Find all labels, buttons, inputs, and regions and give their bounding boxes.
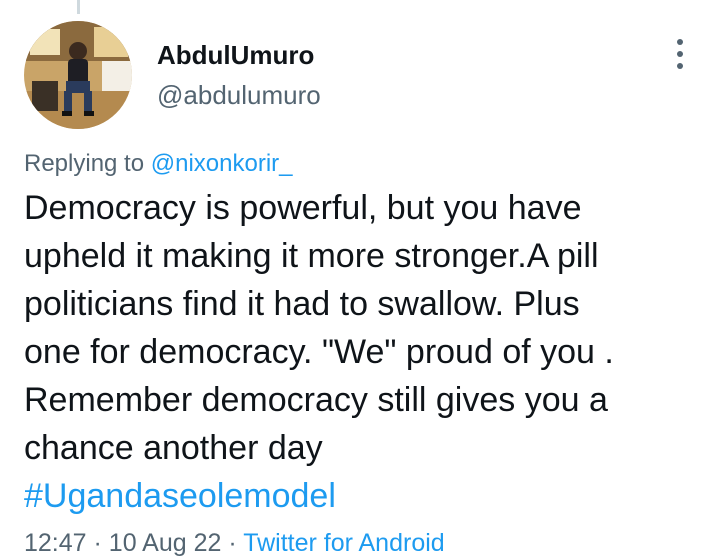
tweet-text: Democracy is powerful, but you have uphe… xyxy=(24,184,704,520)
more-options-button[interactable] xyxy=(667,36,693,72)
more-vertical-icon xyxy=(677,39,683,45)
author-display-name[interactable]: AbdulUmuro xyxy=(157,40,314,71)
tweet-text-line: politicians find it had to swallow. Plus xyxy=(24,285,580,323)
tweet-metadata: 12:47 · 10 Aug 22 · Twitter for Android xyxy=(24,529,445,558)
meta-separator: · xyxy=(93,529,102,557)
tweet-time[interactable]: 12:47 xyxy=(24,529,87,557)
replying-to-label: Replying to xyxy=(24,150,145,177)
avatar-photo xyxy=(24,21,132,129)
avatar[interactable] xyxy=(24,21,132,129)
tweet-source-link[interactable]: Twitter for Android xyxy=(243,529,444,557)
tweet-text-line: Remember democracy still gives you a xyxy=(24,381,608,419)
thread-connector-line xyxy=(77,0,80,14)
more-vertical-icon-dot xyxy=(677,63,683,69)
hashtag-link[interactable]: #Ugandaseolemodel xyxy=(24,472,704,520)
tweet-text-line: chance another day xyxy=(24,429,323,467)
author-handle[interactable]: @abdulumuro xyxy=(157,80,321,111)
tweet-text-line: Democracy is powerful, but you have xyxy=(24,189,582,227)
meta-separator: · xyxy=(228,529,237,557)
tweet-text-line: one for democracy. "We" proud of you . xyxy=(24,333,614,371)
tweet-date[interactable]: 10 Aug 22 xyxy=(109,529,222,557)
replying-to-line: Replying to @nixonkorir_ xyxy=(24,150,293,178)
tweet-text-line: upheld it making it more stronger.A pill xyxy=(24,237,599,275)
more-vertical-icon-dot xyxy=(677,51,683,57)
replying-to-mention[interactable]: @nixonkorir_ xyxy=(151,150,293,177)
